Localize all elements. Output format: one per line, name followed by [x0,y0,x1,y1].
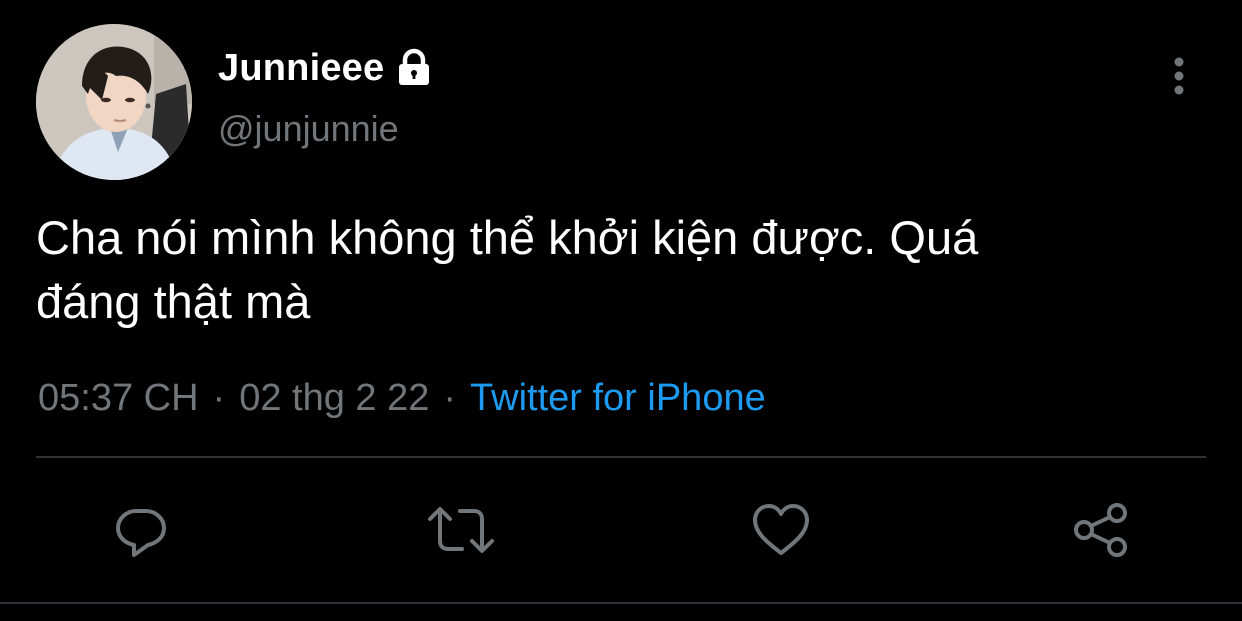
user-handle[interactable]: @junjunnie [218,108,399,150]
display-name-row: Junnieee [218,42,434,94]
reply-button[interactable] [106,495,176,565]
like-button[interactable] [746,495,816,565]
lock-icon [394,48,434,88]
display-name[interactable]: Junnieee [218,47,384,90]
more-vertical-icon[interactable] [1162,54,1196,98]
divider [0,602,1242,604]
tweet-text: Cha nói mình không thể khởi kiện được. Q… [36,206,1206,334]
reply-icon [116,509,166,557]
heart-icon [753,504,809,555]
tweet-time[interactable]: 05:37 CH [38,377,199,420]
tweet-text-line: đáng thật mà [36,275,311,328]
share-icon [1074,503,1127,557]
meta-separator: · [212,376,226,419]
tweet-text-line: Cha nói mình không thể khởi kiện được. Q… [36,211,979,264]
action-bar [0,495,1242,565]
tweet-meta: 05:37 CH · 02 thg 2 22 · Twitter for iPh… [38,372,766,424]
avatar[interactable] [36,24,192,180]
retweet-icon [428,507,494,553]
share-button[interactable] [1066,495,1136,565]
tweet-source-link[interactable]: Twitter for iPhone [470,377,766,420]
retweet-button[interactable] [426,495,496,565]
divider [36,456,1206,458]
meta-separator: · [443,376,457,419]
tweet-date[interactable]: 02 thg 2 22 [239,377,429,420]
avatar-image [36,24,192,180]
tweet-detail: Junnieee @junjunnie Cha nói mình không t… [0,0,1242,621]
